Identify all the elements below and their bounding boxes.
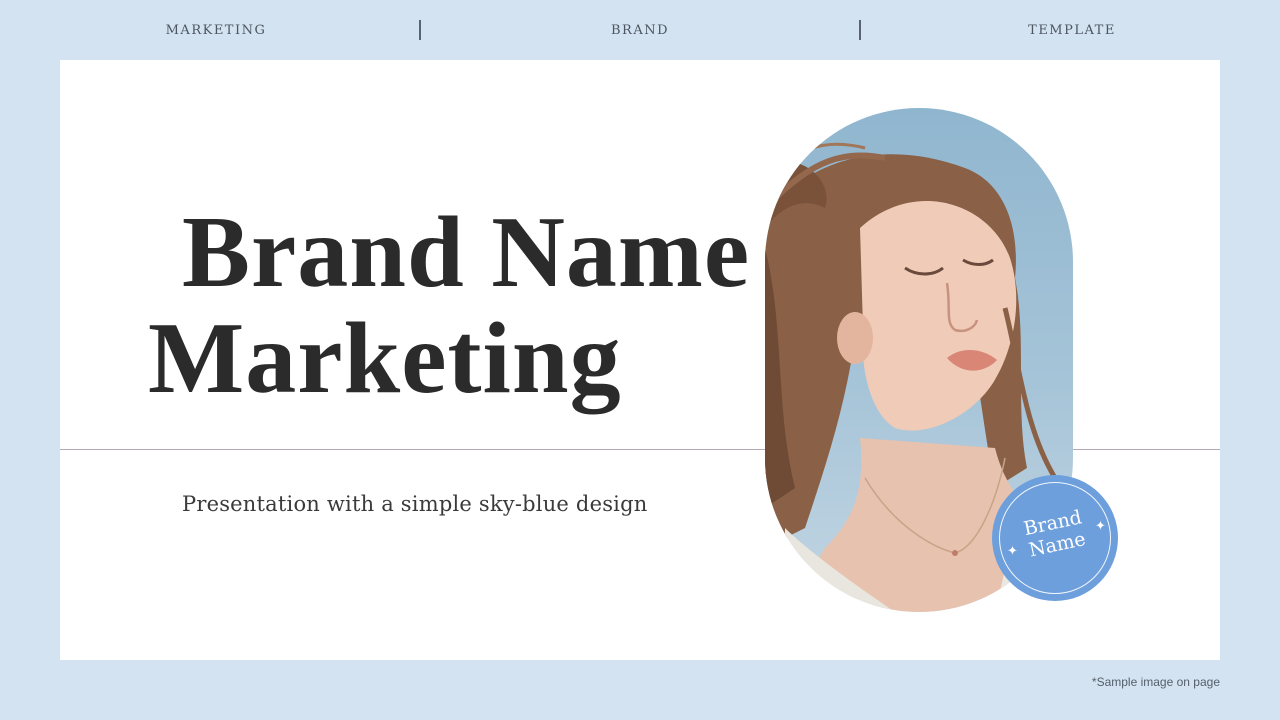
nav-separator — [419, 20, 421, 40]
slide-card: Brand Name Marketing Presentation with a… — [60, 60, 1220, 660]
slide-subtitle: Presentation with a simple sky-blue desi… — [182, 492, 648, 516]
brand-name-badge: ✦ ✦ Brand Name — [992, 475, 1118, 601]
nav-item-template: TEMPLATE — [1028, 23, 1116, 38]
top-nav: MARKETING BRAND TEMPLATE — [0, 0, 1280, 60]
nav-item-marketing: MARKETING — [165, 23, 267, 38]
slide-title: Brand Name Marketing — [60, 200, 760, 412]
title-line-marketing: Marketing — [148, 302, 622, 415]
title-line-brand-name: Brand Name — [182, 196, 751, 309]
sample-image-footnote: *Sample image on page — [1091, 675, 1220, 689]
nav-item-brand: BRAND — [610, 23, 670, 38]
nav-separator — [859, 20, 861, 40]
